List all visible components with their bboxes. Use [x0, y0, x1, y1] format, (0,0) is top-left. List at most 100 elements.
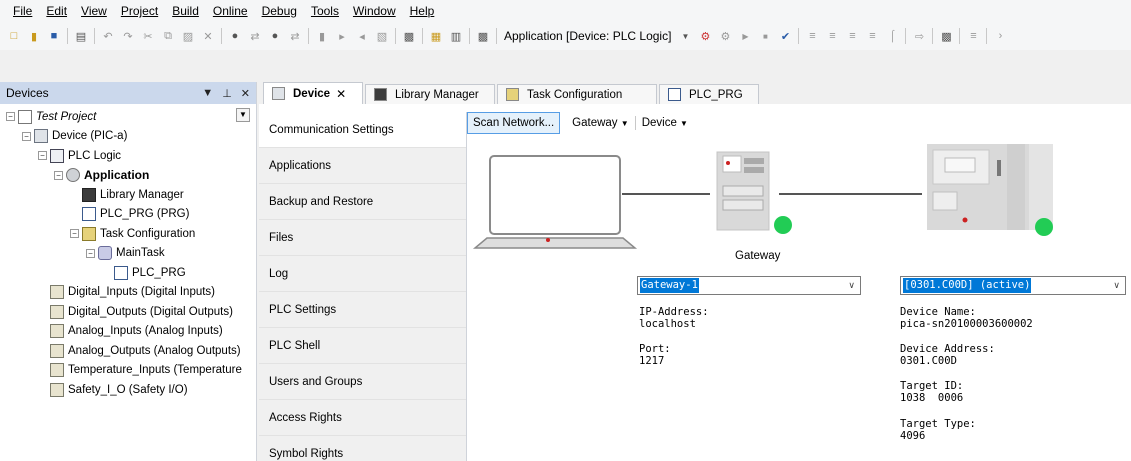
nav-plc-settings[interactable]: PLC Settings — [259, 292, 466, 328]
menu-tools[interactable]: Tools — [304, 0, 346, 22]
nav-backup-and-restore[interactable]: Backup and Restore — [259, 184, 466, 220]
write-values-icon[interactable]: ⇨ — [911, 28, 927, 44]
stop-icon[interactable]: ■ — [757, 28, 773, 44]
save-icon[interactable]: ■ — [46, 28, 62, 44]
tab-device[interactable]: Device ✕ — [263, 82, 363, 104]
undo-icon[interactable]: ↶ — [100, 28, 116, 44]
nav-users-and-groups[interactable]: Users and Groups — [259, 364, 466, 400]
menu-view[interactable]: View — [74, 0, 114, 22]
reset-icon[interactable]: ✔ — [777, 28, 793, 44]
find-icon[interactable]: ● — [227, 28, 243, 44]
replace-icon[interactable]: ⇄ — [247, 28, 263, 44]
bookmark-prev-icon[interactable]: ◂ — [354, 28, 370, 44]
tab-task-configuration[interactable]: Task Configuration — [497, 84, 657, 104]
nav-access-rights[interactable]: Access Rights — [259, 400, 466, 436]
overflow-icon[interactable]: › — [992, 28, 1008, 44]
redo-icon[interactable]: ↷ — [120, 28, 136, 44]
tree-item[interactable]: − Device (PIC-a) — [0, 127, 256, 147]
collapse-toggle-icon[interactable]: − — [22, 131, 31, 141]
tree-item[interactable]: − PLC Logic — [0, 146, 256, 166]
editor-tabs: Device ✕ Library Manager Task Configuration… — [259, 82, 1131, 104]
nav-communication-settings[interactable]: Communication Settings — [259, 112, 466, 148]
menu-window[interactable]: Window — [346, 0, 403, 22]
tree-item[interactable]: Analog_Inputs (Analog Inputs) — [0, 322, 256, 342]
step-into-icon[interactable]: ≡ — [824, 28, 840, 44]
add-device-icon[interactable]: ▥ — [448, 28, 464, 44]
collapse-toggle-icon[interactable]: − — [54, 170, 63, 180]
tree-item[interactable]: Digital_Outputs (Digital Outputs) — [0, 302, 256, 322]
gateway-menu[interactable]: Gateway ▼ — [566, 117, 635, 129]
tree-item[interactable]: Safety_I_O (Safety I/O) — [0, 380, 256, 400]
tree-item[interactable]: Library Manager — [0, 185, 256, 205]
paste-icon[interactable]: ▨ — [180, 28, 196, 44]
scan-network-button[interactable]: Scan Network... — [467, 112, 561, 134]
plc-logic-icon — [50, 148, 64, 163]
bookmark-icon[interactable]: ▮ — [314, 28, 330, 44]
print-icon[interactable]: ▤ — [73, 28, 89, 44]
step-out-icon[interactable]: ≡ — [844, 28, 860, 44]
copy-icon[interactable]: ⧉ — [160, 28, 176, 44]
tree-item[interactable]: Digital_Inputs (Digital Inputs) — [0, 283, 256, 303]
tree-item[interactable]: − Application — [0, 166, 256, 186]
tree-item-label: Temperature_Inputs (Temperature — [68, 364, 242, 377]
add-object-icon[interactable]: ▦ — [428, 28, 444, 44]
menu-edit[interactable]: Edit — [39, 0, 74, 22]
toolbar-separator — [94, 28, 95, 44]
collapse-toggle-icon[interactable]: − — [86, 248, 95, 258]
menu-project[interactable]: Project — [114, 0, 165, 22]
menu-online[interactable]: Online — [206, 0, 255, 22]
nav-files[interactable]: Files — [259, 220, 466, 256]
gateway-select[interactable]: Gateway-1 ∨ — [637, 276, 861, 295]
menu-help[interactable]: Help — [403, 0, 442, 22]
new-project-icon[interactable]: □ — [6, 28, 22, 44]
unforce-icon[interactable]: ≡ — [965, 28, 981, 44]
tab-plc-prg[interactable]: PLC_PRG — [659, 84, 759, 104]
nav-applications[interactable]: Applications — [259, 148, 466, 184]
cut-icon[interactable]: ✂ — [140, 28, 156, 44]
breakpoint-icon[interactable]: ⌠ — [884, 28, 900, 44]
start-icon[interactable]: ▶ — [737, 28, 753, 44]
tree-item[interactable]: Analog_Outputs (Analog Outputs) — [0, 341, 256, 361]
close-icon[interactable]: ✕ — [241, 87, 250, 100]
delete-icon[interactable]: ✕ — [200, 28, 216, 44]
tree-item[interactable]: PLC_PRG — [0, 263, 256, 283]
open-project-icon[interactable]: ▮ — [26, 28, 42, 44]
nav-plc-shell[interactable]: PLC Shell — [259, 328, 466, 364]
find-in-project-icon[interactable]: ● — [267, 28, 283, 44]
tree-item[interactable]: − MainTask — [0, 244, 256, 264]
tab-library-manager[interactable]: Library Manager — [365, 84, 495, 104]
collapse-toggle-icon[interactable]: − — [38, 151, 47, 161]
replace-in-project-icon[interactable]: ⇄ — [287, 28, 303, 44]
device-select-value: [0301.C00D] (active) — [903, 278, 1032, 293]
io-icon — [50, 363, 64, 378]
collapse-toggle-icon[interactable]: − — [70, 229, 79, 239]
toolbar-separator — [496, 28, 497, 44]
run-to-cursor-icon[interactable]: ≡ — [864, 28, 880, 44]
pin-icon[interactable]: ⊥ — [222, 87, 232, 100]
collapse-toggle-icon[interactable]: − — [6, 112, 15, 122]
nav-log[interactable]: Log — [259, 256, 466, 292]
close-icon[interactable]: ✕ — [336, 87, 346, 101]
tree-item[interactable]: Temperature_Inputs (Temperature — [0, 361, 256, 381]
tree-item[interactable]: − Test Project — [0, 107, 256, 127]
logout-icon[interactable]: ⚙ — [717, 28, 733, 44]
tree-item[interactable]: − Task Configuration — [0, 224, 256, 244]
menu-file[interactable]: File — [6, 0, 39, 22]
bookmark-clear-icon[interactable]: ▧ — [374, 28, 390, 44]
menu-debug[interactable]: Debug — [255, 0, 304, 22]
view-icon[interactable]: ▩ — [401, 28, 417, 44]
force-values-icon[interactable]: ▩ — [938, 28, 954, 44]
tree-item[interactable]: PLC_PRG (PRG) — [0, 205, 256, 225]
menu-build[interactable]: Build — [165, 0, 206, 22]
toolbar-separator — [469, 28, 470, 44]
login-icon[interactable]: ⚙ — [697, 28, 713, 44]
active-application-selector[interactable]: Application [Device: PLC Logic] — [504, 29, 671, 43]
step-over-icon[interactable]: ≡ — [804, 28, 820, 44]
build-icon[interactable]: ▩ — [475, 28, 491, 44]
nav-symbol-rights[interactable]: Symbol Rights — [259, 436, 466, 461]
chevron-down-icon[interactable]: ▼ — [677, 28, 693, 44]
bookmark-next-icon[interactable]: ▸ — [334, 28, 350, 44]
device-select[interactable]: [0301.C00D] (active) ∨ — [900, 276, 1126, 295]
panel-menu-icon[interactable]: ▼ — [202, 87, 213, 99]
device-menu[interactable]: Device ▼ — [636, 117, 694, 129]
